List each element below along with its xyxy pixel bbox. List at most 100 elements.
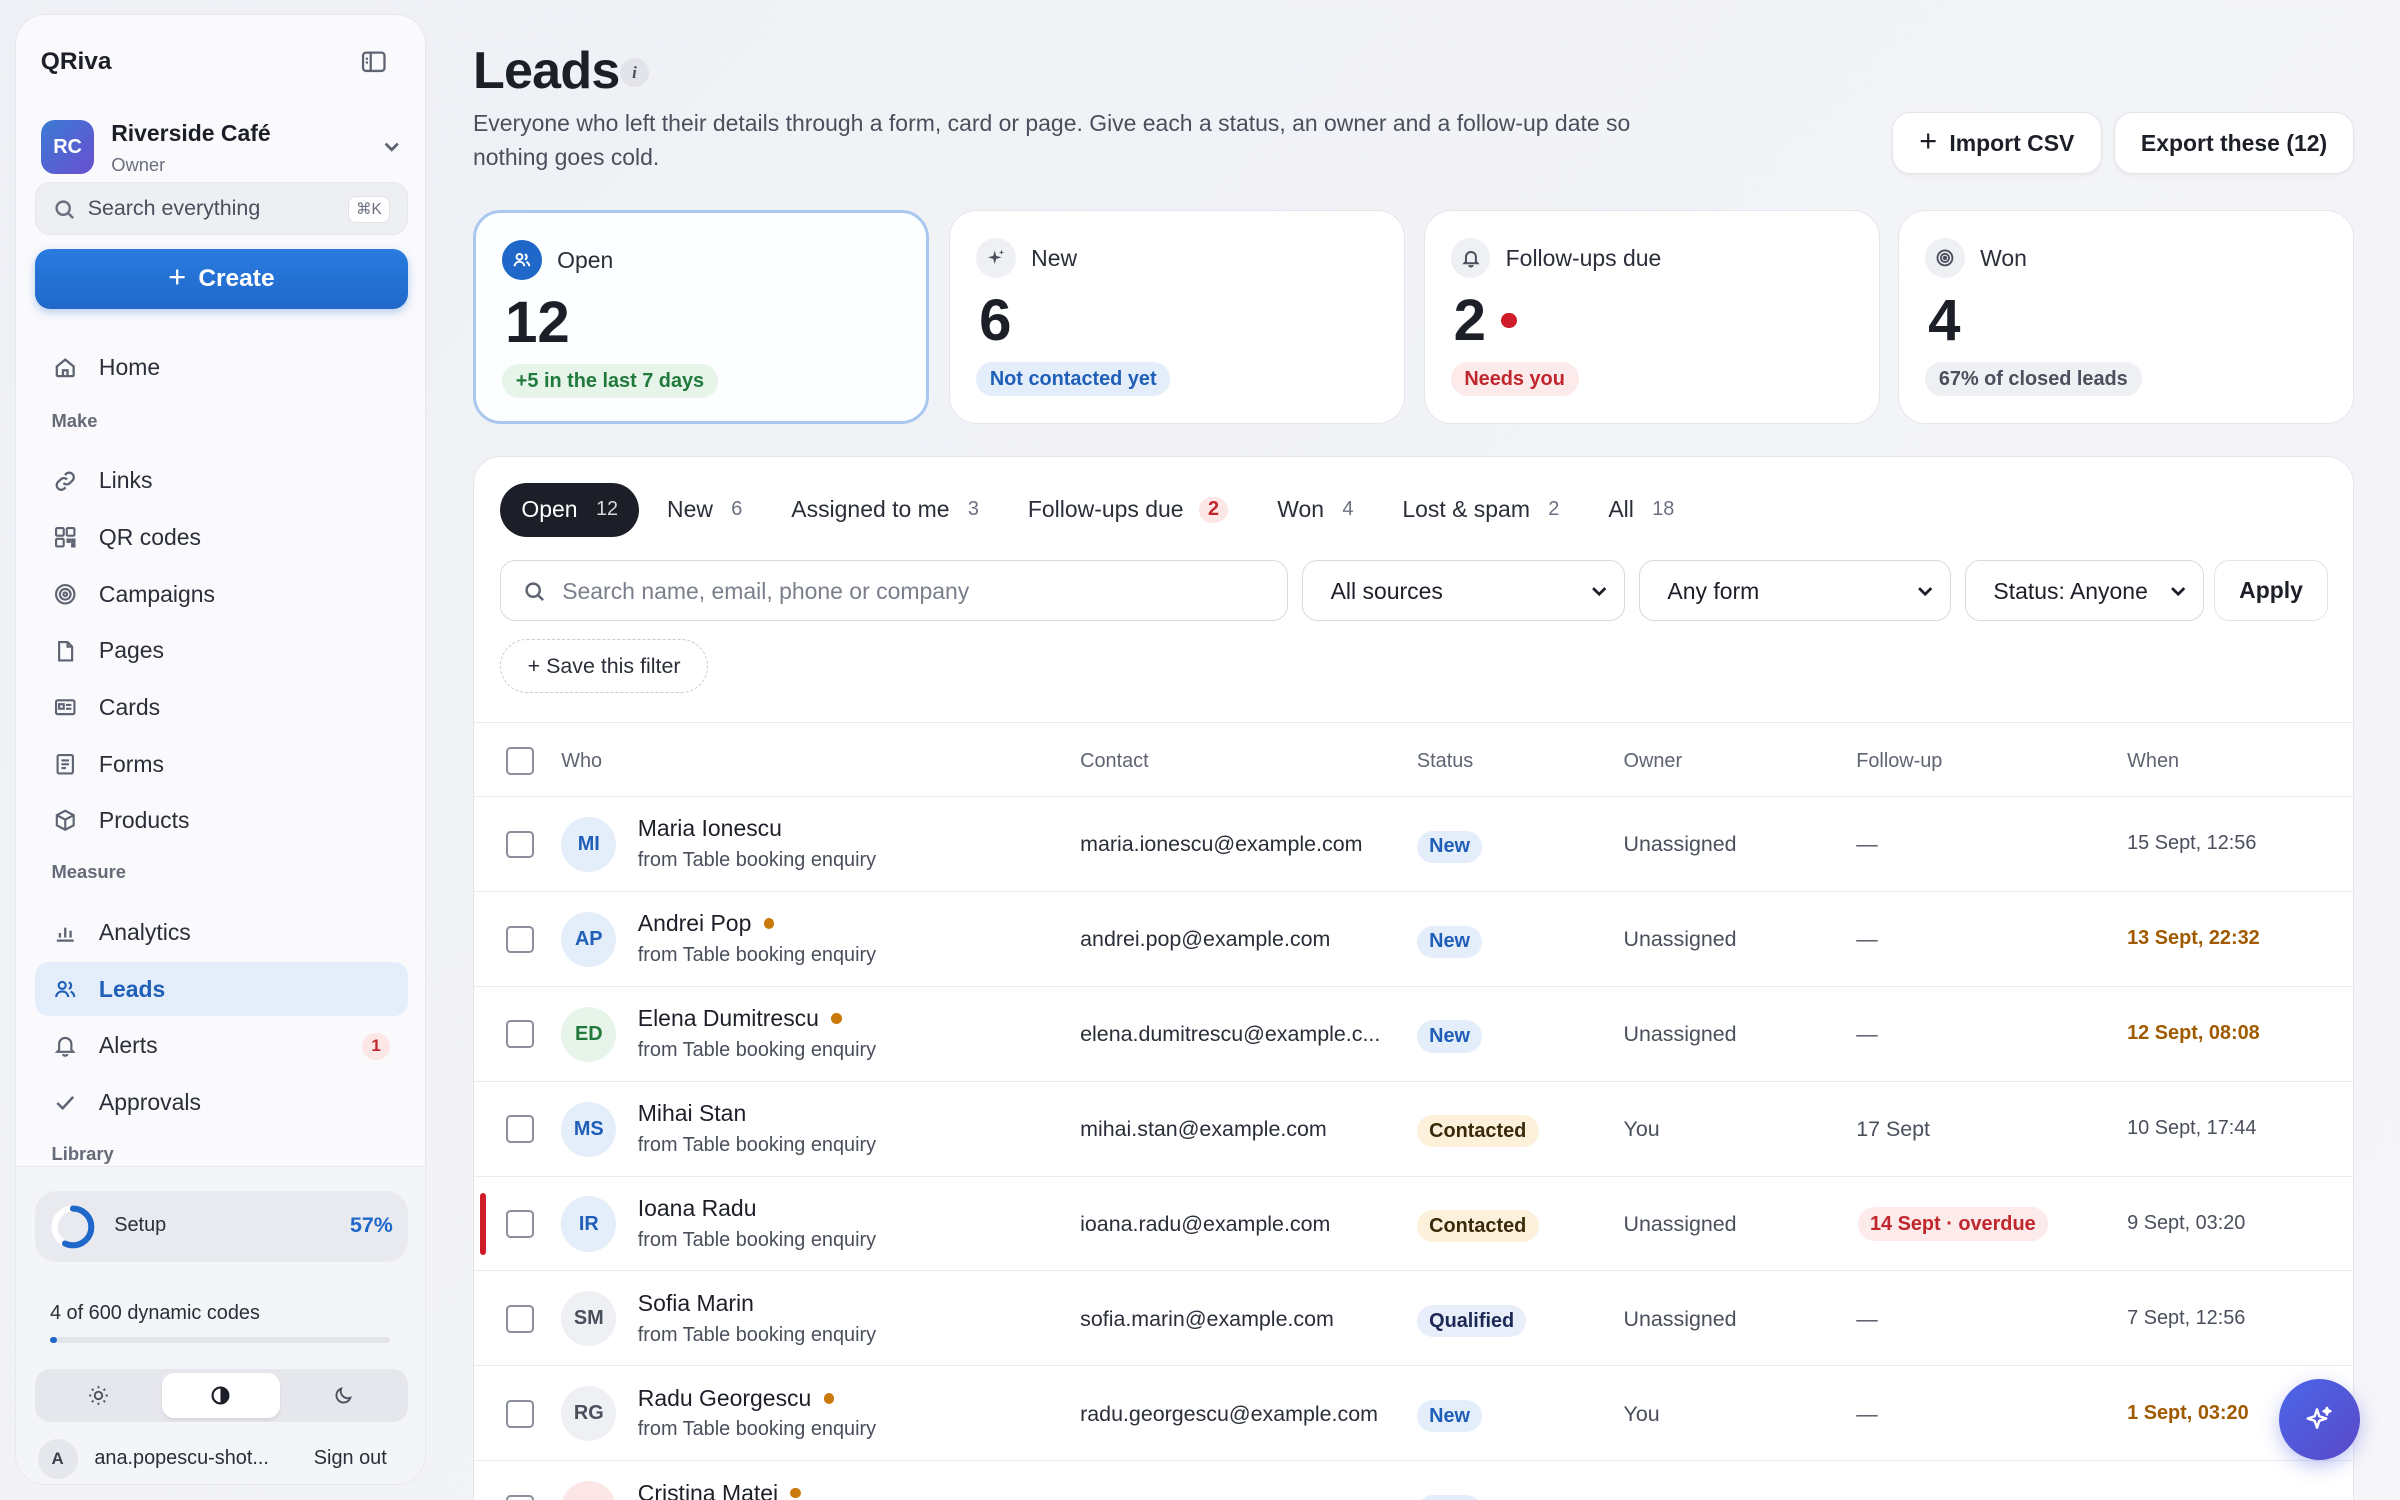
lead-contact[interactable]: andrei.pop@example.com xyxy=(1080,927,1394,952)
table-row[interactable]: MS Mihai Stan from Table booking enquiry mi… xyxy=(473,1082,2354,1177)
lead-follow-up[interactable]: — xyxy=(1856,927,1877,952)
source-select[interactable]: All sources xyxy=(1302,559,1626,621)
lead-follow-up[interactable]: — xyxy=(1856,1022,1877,1047)
lead-contact[interactable]: elena.dumitrescu@example.c... xyxy=(1080,1022,1394,1047)
lead-contact[interactable]: mihai.stan@example.com xyxy=(1080,1117,1394,1142)
tab-all[interactable]: All 18 xyxy=(1587,483,1696,537)
lead-name[interactable]: Radu Georgescu xyxy=(638,1385,835,1412)
assistant-button[interactable] xyxy=(2279,1379,2361,1461)
lead-follow-up[interactable]: — xyxy=(1856,832,1877,857)
sidebar-item-pages[interactable]: Pages xyxy=(35,624,408,678)
lead-name[interactable]: Elena Dumitrescu xyxy=(638,1005,842,1032)
lead-follow-up[interactable]: 14 Sept · overdue xyxy=(1857,1207,2048,1241)
lead-name[interactable]: Mihai Stan xyxy=(638,1100,746,1127)
lead-name[interactable]: Maria Ionescu xyxy=(638,815,782,842)
lead-owner[interactable]: You xyxy=(1624,1402,1660,1427)
row-checkbox[interactable] xyxy=(506,1210,534,1238)
tab-won[interactable]: Won 4 xyxy=(1256,483,1375,537)
table-row[interactable]: AP Andrei Pop from Table booking enquiry an… xyxy=(473,892,2354,987)
theme-auto-button[interactable] xyxy=(161,1373,280,1418)
tab-lost-spam[interactable]: Lost & spam 2 xyxy=(1381,483,1581,537)
column-header[interactable]: Owner xyxy=(1624,750,1683,773)
global-search[interactable]: Search everything ⌘K xyxy=(34,181,409,236)
theme-dark-button[interactable] xyxy=(284,1373,402,1417)
status-badge[interactable]: New xyxy=(1416,1494,1483,1500)
status-badge[interactable]: New xyxy=(1416,1020,1483,1053)
column-header[interactable]: Contact xyxy=(1080,750,1149,773)
row-checkbox[interactable] xyxy=(506,830,534,859)
column-header[interactable]: Status xyxy=(1417,750,1473,773)
status-badge[interactable]: Contacted xyxy=(1416,1115,1539,1148)
row-checkbox[interactable] xyxy=(506,1115,534,1143)
lead-follow-up[interactable]: — xyxy=(1856,1402,1877,1427)
table-row[interactable]: ED Elena Dumitrescu from Table booking enq… xyxy=(473,987,2354,1082)
stat-card-open[interactable]: Open 12 +5 in the last 7 days xyxy=(472,209,930,424)
lead-owner[interactable]: Unassigned xyxy=(1624,832,1737,857)
export-button[interactable]: Export these (12) xyxy=(2113,111,2355,175)
collapse-sidebar-icon[interactable] xyxy=(360,48,388,76)
table-row[interactable]: MI Maria Ionescu from Table booking enquir… xyxy=(473,797,2354,892)
tab-open[interactable]: Open 12 xyxy=(500,483,640,537)
lead-owner[interactable]: Unassigned xyxy=(1624,1022,1737,1047)
sidebar-item-qr-codes[interactable]: QR codes xyxy=(35,511,408,565)
apply-button[interactable]: Apply xyxy=(2214,559,2328,621)
sidebar-item-links[interactable]: Links xyxy=(35,454,408,508)
info-icon[interactable]: i xyxy=(619,58,649,88)
lead-search-input[interactable]: Search name, email, phone or company xyxy=(500,559,1289,621)
lead-owner[interactable]: Unassigned xyxy=(1624,927,1737,952)
stat-card-follow-ups[interactable]: Follow-ups due 2 Needs you xyxy=(1423,209,1880,424)
setup-progress[interactable]: Setup 57% xyxy=(34,1191,409,1262)
status-badge[interactable]: New xyxy=(1416,1400,1483,1433)
lead-contact[interactable]: ioana.radu@example.com xyxy=(1080,1212,1394,1237)
row-checkbox[interactable] xyxy=(506,1305,534,1333)
table-row[interactable]: RG Radu Georgescu from Table booking enqui… xyxy=(473,1366,2354,1462)
sidebar-item-forms[interactable]: Forms xyxy=(35,737,408,791)
lead-follow-up[interactable]: 17 Sept xyxy=(1856,1117,1930,1142)
sidebar-item-cards[interactable]: Cards xyxy=(35,681,408,735)
column-header[interactable]: Who xyxy=(561,750,602,773)
lead-follow-up[interactable]: — xyxy=(1856,1307,1877,1332)
status-badge[interactable]: New xyxy=(1416,925,1483,958)
lead-contact[interactable]: sofia.marin@example.com xyxy=(1080,1307,1394,1332)
form-select[interactable]: Any form xyxy=(1638,559,1952,621)
sidebar-item-home[interactable]: Home xyxy=(35,341,408,395)
tab-assigned-to-me[interactable]: Assigned to me 3 xyxy=(770,483,1000,537)
tab-follow-ups-due[interactable]: Follow-ups due 2 xyxy=(1006,483,1249,537)
create-button[interactable]: + Create xyxy=(34,248,409,309)
row-checkbox[interactable] xyxy=(506,1400,534,1428)
row-checkbox[interactable] xyxy=(506,925,534,954)
lead-owner[interactable]: You xyxy=(1624,1117,1660,1142)
sidebar-item-approvals[interactable]: Approvals xyxy=(35,1076,408,1130)
status-badge[interactable]: Contacted xyxy=(1416,1210,1539,1243)
row-checkbox[interactable] xyxy=(506,1494,534,1500)
lead-name[interactable]: Andrei Pop xyxy=(638,910,775,937)
lead-owner[interactable]: Unassigned xyxy=(1624,1307,1737,1332)
status-select[interactable]: Status: Anyone xyxy=(1964,559,2204,621)
sidebar-item-analytics[interactable]: Analytics xyxy=(35,906,408,960)
sidebar-item-campaigns[interactable]: Campaigns xyxy=(35,567,408,621)
table-row[interactable]: SM Sofia Marin from Table booking enquiry s… xyxy=(473,1271,2354,1367)
lead-name[interactable]: Sofia Marin xyxy=(638,1290,754,1317)
status-badge[interactable]: New xyxy=(1416,830,1483,863)
sidebar-item-products[interactable]: Products xyxy=(35,794,408,848)
table-row[interactable]: IR Ioana Radu from Table booking enquiry io… xyxy=(473,1177,2354,1272)
select-all-checkbox[interactable] xyxy=(506,747,534,775)
sidebar-item-alerts[interactable]: Alerts 1 xyxy=(35,1019,408,1073)
column-header[interactable]: Follow-up xyxy=(1856,750,1942,773)
save-filter-button[interactable]: + Save this filter xyxy=(500,639,709,693)
theme-light-button[interactable] xyxy=(39,1373,157,1417)
workspace-switcher[interactable]: RC Riverside Café Owner xyxy=(40,107,402,180)
row-checkbox[interactable] xyxy=(506,1020,534,1048)
status-badge[interactable]: Qualified xyxy=(1416,1305,1527,1338)
import-csv-button[interactable]: + Import CSV xyxy=(1891,111,2102,175)
sign-out-button[interactable]: Sign out xyxy=(314,1447,387,1470)
lead-name[interactable]: Cristina Matei xyxy=(638,1480,802,1500)
table-row[interactable]: CM Cristina Matei New xyxy=(474,1461,2353,1500)
lead-owner[interactable]: Unassigned xyxy=(1624,1212,1737,1237)
lead-contact[interactable]: radu.georgescu@example.com xyxy=(1080,1402,1394,1427)
stat-card-won[interactable]: Won 4 67% of closed leads xyxy=(1898,209,2355,424)
tab-new[interactable]: New 6 xyxy=(646,483,764,537)
lead-contact[interactable]: maria.ionescu@example.com xyxy=(1080,832,1394,857)
column-header[interactable]: When xyxy=(2127,750,2179,773)
stat-card-new[interactable]: New 6 Not contacted yet xyxy=(949,209,1406,424)
